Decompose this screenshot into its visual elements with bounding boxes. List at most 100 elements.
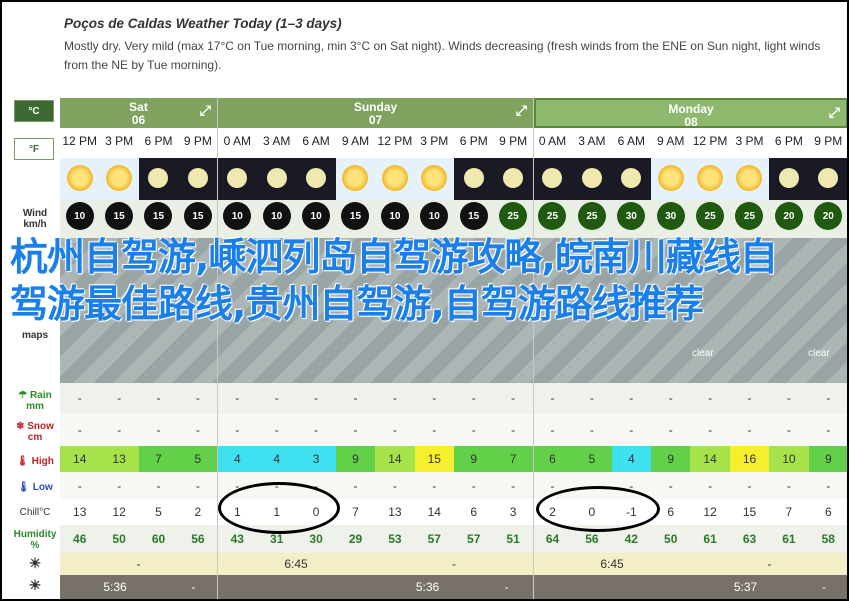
wind-arrow-icon: 25: [577, 202, 606, 230]
day-header-sat[interactable]: Sat 06 ⤢: [60, 98, 217, 128]
expand-icon[interactable]: ⤢: [200, 103, 211, 117]
low-temp-cell: -: [826, 478, 831, 493]
rain-cell: -: [235, 391, 240, 405]
chill-cell: 12: [703, 505, 717, 519]
high-temp-cell: 10: [769, 446, 809, 472]
snow-label: ❄ Snow cm: [16, 421, 54, 443]
time-cell: 9 PM: [499, 134, 528, 148]
high-temp-cell: 9: [651, 446, 691, 472]
wind-arrow-icon: 25: [696, 202, 725, 230]
high-temp-cell: 6: [532, 446, 573, 472]
sky-cell: [611, 158, 651, 200]
page-title: Poços de Caldas Weather Today (1–3 days): [64, 16, 342, 31]
celsius-toggle[interactable]: °C: [14, 100, 54, 122]
day-header-monday[interactable]: Monday 08 ⤢: [534, 98, 847, 129]
rain-cell: -: [747, 391, 752, 405]
time-cell: 3 AM: [578, 134, 606, 148]
moon-icon: [621, 168, 642, 188]
chill-cell: 2: [194, 505, 202, 519]
time-cell: 6 PM: [774, 134, 803, 148]
humidity-cell: 57: [467, 532, 481, 546]
high-temp-cell: 7: [138, 446, 179, 472]
chill-cell: 12: [112, 505, 126, 519]
moon-icon: [187, 168, 208, 188]
wind-cell: 10: [218, 200, 257, 238]
moon-icon: [778, 168, 799, 188]
high-temp-cell: 4: [611, 446, 651, 472]
time-cell: 9 PM: [814, 134, 843, 148]
sunrise-cell: 6:45: [284, 557, 308, 571]
high-temp-cell: 14: [60, 446, 100, 472]
fahrenheit-toggle[interactable]: °F: [14, 138, 54, 160]
forecast-table: °C °F Wind km/h maps ☂ Rain mm ❄ Snow cm…: [12, 98, 847, 599]
time-cell: 3 AM: [263, 134, 291, 148]
sky-cell: [454, 158, 494, 200]
sky-cell: [651, 158, 691, 200]
chill-cell: 5: [155, 505, 162, 519]
wind-arrow-icon: 30: [656, 202, 685, 230]
rain-icon: ☂: [18, 390, 28, 401]
rain-cell: -: [314, 391, 319, 405]
time-cell: 9 AM: [341, 134, 370, 148]
humidity-cell: 61: [782, 532, 796, 546]
snow-cell: -: [629, 422, 634, 437]
moon-icon: [542, 168, 563, 188]
time-cell: 3 PM: [420, 134, 449, 148]
wind-arrow-icon: 10: [262, 202, 291, 230]
wind-arrow-icon: 10: [302, 202, 331, 230]
moon-icon: [148, 168, 169, 188]
humidity-cell: 63: [742, 532, 757, 546]
maps-label[interactable]: maps: [12, 330, 58, 341]
low-temp-cell: -: [195, 478, 200, 493]
clear-label: clear: [692, 348, 714, 359]
chill-cell: 7: [352, 505, 359, 519]
rain-cell: -: [156, 391, 161, 405]
wind-cell: 25: [493, 200, 532, 238]
thermometer-low-icon: 🌡: [17, 482, 30, 493]
wind-label: Wind km/h: [22, 208, 48, 230]
high-temp-cell: 15: [414, 446, 454, 472]
day-header-sunday[interactable]: Sunday 07 ⤢: [218, 98, 533, 128]
moon-icon: [266, 168, 287, 188]
wind-arrow-icon: 15: [144, 202, 173, 230]
sun-icon: [736, 165, 763, 191]
wind-arrow-icon: 30: [617, 202, 646, 230]
wind-arrow-icon: 10: [380, 202, 409, 230]
sunset-cell: 5:37: [733, 580, 758, 594]
sunrise-cell: 6:45: [600, 557, 624, 571]
snow-cell: -: [668, 422, 673, 437]
rain-cell: -: [392, 391, 397, 405]
sky-cell: [493, 158, 533, 200]
high-temp-cell: 9: [454, 446, 494, 472]
annotation-circle: [536, 486, 660, 532]
wind-arrow-icon: 15: [459, 202, 488, 230]
sky-cell: [60, 158, 100, 200]
expand-icon[interactable]: ⤢: [516, 103, 527, 117]
time-cell: 6 PM: [144, 134, 173, 148]
humidity-cell: 53: [388, 532, 402, 546]
rain-cell: -: [550, 391, 555, 405]
low-temp-cell: -: [708, 478, 713, 493]
chill-label: Chill°C: [19, 507, 51, 518]
moon-icon: [581, 168, 602, 188]
expand-icon[interactable]: ⤢: [829, 105, 840, 119]
sunset-cell: -: [191, 580, 196, 594]
humidity-label: Humidity %: [13, 529, 57, 551]
low-temp-cell: -: [668, 478, 673, 493]
rain-cell: -: [195, 391, 200, 405]
humidity-cell: 60: [151, 532, 166, 546]
wind-cell: 10: [415, 200, 454, 238]
snow-cell: -: [392, 422, 397, 437]
high-temp-cell: 13: [99, 446, 139, 472]
wind-arrow-icon: 25: [735, 202, 764, 230]
wind-cell: 25: [730, 200, 769, 238]
wind-arrow-icon: 20: [774, 202, 803, 230]
wind-cell: 25: [572, 200, 611, 238]
time-cell: 0 AM: [223, 134, 251, 148]
sunrise-cell: -: [452, 557, 456, 571]
rain-label: ☂ Rain mm: [18, 390, 52, 412]
sun-icon: [657, 165, 684, 191]
time-cell: 6 PM: [459, 134, 488, 148]
sunrise-row: - 6:45 - 6:45 -: [60, 553, 847, 575]
wind-arrow-icon: 15: [341, 202, 370, 230]
